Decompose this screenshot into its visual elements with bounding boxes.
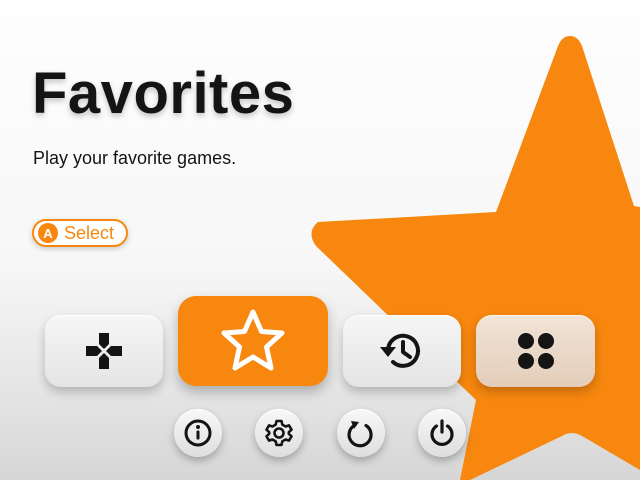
star-icon (218, 307, 288, 375)
settings-button[interactable] (255, 409, 303, 457)
page-subtitle: Play your favorite games. (33, 148, 237, 168)
a-button-icon: A (38, 223, 58, 243)
gamepad-icon (80, 327, 128, 375)
gear-icon (264, 418, 294, 448)
tile-collections[interactable] (476, 315, 595, 387)
power-icon (427, 418, 457, 448)
tile-games[interactable] (45, 315, 163, 387)
history-icon (376, 327, 428, 375)
restart-icon (346, 418, 376, 448)
tile-history[interactable] (343, 315, 461, 387)
power-button[interactable] (418, 409, 466, 457)
grid-icon (514, 329, 558, 373)
restart-button[interactable] (337, 409, 385, 457)
select-hint-label: Select (64, 222, 115, 243)
info-button[interactable] (174, 409, 222, 457)
tile-favorites[interactable] (178, 296, 328, 386)
select-hint[interactable]: A Select (32, 219, 129, 247)
page-title: Favorites (32, 61, 295, 126)
info-icon (183, 418, 213, 448)
